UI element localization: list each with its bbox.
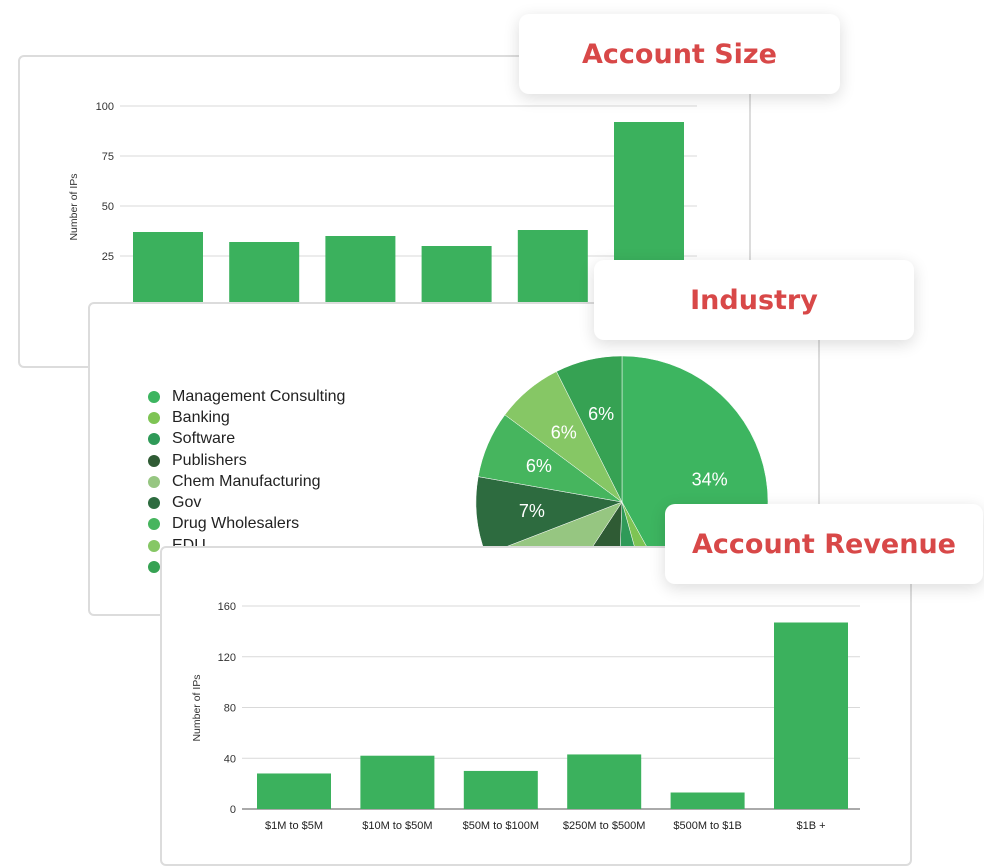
pie-percent-label: 6%	[551, 423, 577, 443]
bar	[774, 622, 848, 809]
bar	[229, 242, 300, 306]
y-tick-label: 120	[218, 652, 236, 664]
x-tick-label: $250M to $500M	[563, 820, 646, 832]
y-tick-label: 50	[102, 201, 114, 213]
bar	[325, 236, 396, 306]
pie-percent-label: 7%	[519, 501, 545, 521]
account-revenue-title: Account Revenue	[665, 504, 983, 584]
y-tick-label: 80	[224, 703, 236, 715]
bar	[421, 246, 492, 306]
x-tick-label: $10M to $50M	[362, 820, 432, 832]
pie-percent-label: 34%	[692, 469, 728, 489]
y-axis-label: Number of IPs	[68, 173, 80, 240]
bar	[133, 232, 203, 306]
x-tick-label: $500M to $1B	[673, 820, 742, 832]
y-tick-label: 40	[224, 753, 236, 765]
x-tick-label: $50M to $100M	[463, 820, 539, 832]
account-size-title: Account Size	[519, 14, 840, 94]
y-tick-label: 75	[102, 151, 114, 163]
y-tick-label: 100	[96, 101, 114, 113]
y-tick-label: 25	[102, 251, 114, 263]
bar	[517, 230, 588, 306]
y-tick-label: 160	[218, 601, 236, 613]
x-tick-label: $1M to $5M	[265, 820, 323, 832]
bar	[567, 754, 642, 809]
pie-percent-label: 6%	[588, 404, 614, 424]
industry-title: Industry	[594, 260, 914, 340]
account-revenue-chart: 0 40 80 120 160 $1M to $5M $10M to $50M $50M t…	[191, 601, 860, 832]
bar	[463, 770, 538, 809]
y-axis-label: Number of IPs	[191, 674, 203, 741]
account-revenue-card: 0 40 80 120 160 $1M to $5M $10M to $50M $50M t…	[160, 546, 912, 866]
y-tick-label: 0	[230, 804, 236, 816]
x-tick-label: $1B +	[796, 820, 825, 832]
bar	[360, 755, 435, 809]
bar	[257, 773, 331, 809]
pie-percent-label: 6%	[526, 456, 552, 476]
bar	[670, 792, 745, 809]
